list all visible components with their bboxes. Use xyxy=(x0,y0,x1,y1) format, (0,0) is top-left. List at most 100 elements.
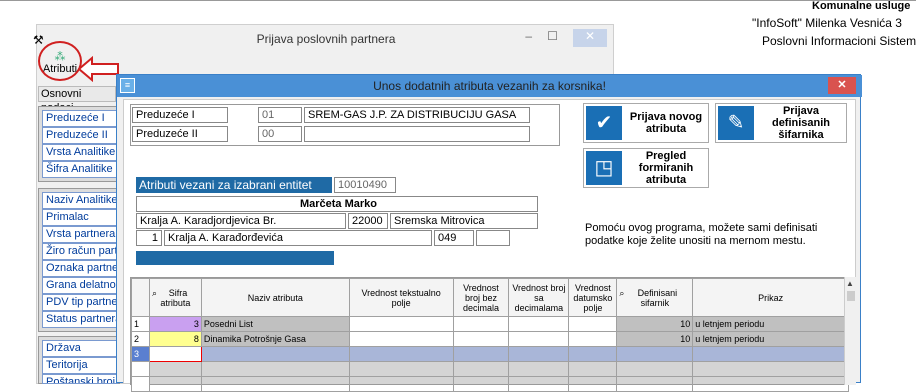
col-naziv: Naziv atributa xyxy=(200,278,350,317)
scroll-thumb[interactable] xyxy=(847,291,855,301)
scroll-up-icon[interactable]: ▲ xyxy=(846,279,854,288)
search-icon[interactable]: ⌕ xyxy=(152,288,157,298)
cell-int[interactable] xyxy=(452,331,510,347)
pred1-name[interactable]: SREM-GAS J.P. ZA DISTRIBUCIJU GASA xyxy=(304,107,530,123)
left-item[interactable]: PDV tip partne xyxy=(42,294,118,311)
cell-code[interactable]: 3 xyxy=(148,316,202,332)
attributes-table: ⌕ Sifra atributa Naziv atributa Vrednost … xyxy=(131,278,849,392)
osnovni-podaci-header: Osnovni podaci xyxy=(38,86,116,114)
col-sifra[interactable]: ⌕ Sifra atributa xyxy=(148,278,202,317)
cell-date[interactable] xyxy=(568,316,618,332)
col-text: Vrednost tekstualno polje xyxy=(348,278,454,317)
street2-field[interactable]: Kralja A. Karađorđevića xyxy=(164,230,432,246)
cell-date[interactable] xyxy=(568,346,618,362)
cell-int[interactable] xyxy=(452,346,510,362)
left-item[interactable]: Oznaka partner xyxy=(42,260,118,277)
left-item[interactable]: Primalac xyxy=(42,209,118,226)
cell-name[interactable] xyxy=(200,346,350,362)
cell-dec[interactable] xyxy=(508,331,570,347)
arrow-icon xyxy=(78,56,119,82)
pred2-label: Preduzeće II xyxy=(132,126,228,142)
col-int: Vrednost broj bez decimala xyxy=(452,278,510,317)
checkmark-icon: ✔ xyxy=(586,106,622,140)
col-rownum xyxy=(131,278,150,317)
person-name[interactable]: Marčeta Marko xyxy=(136,196,538,212)
cell-sif[interactable] xyxy=(616,346,694,362)
grid-scrollbar[interactable]: ▲ xyxy=(844,277,856,385)
close-icon[interactable]: ✕ xyxy=(573,29,607,47)
cell-code[interactable] xyxy=(148,346,202,362)
system-line: Poslovni Informacioni Sistem xyxy=(762,34,916,48)
minimize-icon[interactable]: – xyxy=(525,29,532,43)
defined-codes-label: Prijava definisanih šifarnika xyxy=(771,105,831,141)
pin-icon: ✎ xyxy=(718,106,754,140)
cell-name[interactable]: Dinamika Potrošnje Gasa xyxy=(200,331,350,347)
pred2-name[interactable] xyxy=(304,126,530,142)
left-item[interactable]: Šifra Analitike xyxy=(42,161,118,178)
view-attributes-button[interactable]: ◳ Pregled formiranih atributa xyxy=(583,148,709,188)
new-attribute-label: Prijava novog atributa xyxy=(629,111,703,135)
cell-name[interactable]: Posedni List xyxy=(200,316,350,332)
top-border xyxy=(0,0,916,1)
company-line: "InfoSoft" Milenka Vesnića 3 xyxy=(752,16,902,30)
row-number: 3 xyxy=(131,346,150,362)
defined-codes-button[interactable]: ✎ Prijava definisanih šifarnika xyxy=(715,103,847,143)
entity-label: Atributi vezani za izabrani entitet xyxy=(136,177,332,193)
cell-dec[interactable] xyxy=(508,346,570,362)
col-prikaz: Prikaz xyxy=(692,278,849,317)
col-sif[interactable]: ⌕ Definisani sifarnik xyxy=(616,278,694,317)
row-number: 1 xyxy=(131,316,150,332)
cell-text[interactable] xyxy=(348,346,454,362)
search-icon[interactable]: ⌕ xyxy=(619,288,624,298)
app-header-title: Komunalne usluge xyxy=(812,0,911,12)
app-icon: ⚒ xyxy=(33,33,44,47)
info-text: Pomoću ovog programa, možete sami defini… xyxy=(585,222,818,247)
cell-int[interactable] xyxy=(452,316,510,332)
street-field[interactable]: Kralja A. Karadjordjevica Br. xyxy=(136,213,346,229)
dialog-body: Preduzeće I 01 SREM-GAS J.P. ZA DISTRIBU… xyxy=(123,99,856,392)
left-item[interactable]: Grana delatnos xyxy=(42,277,118,294)
left-item[interactable]: Status partnera xyxy=(42,311,118,328)
window-icon: ◳ xyxy=(586,151,622,185)
new-attribute-button[interactable]: ✔ Prijava novog atributa xyxy=(583,103,709,143)
cell-prikaz[interactable]: u letnjem periodu xyxy=(692,316,849,332)
table-row[interactable]: 3 xyxy=(131,346,849,362)
number-field[interactable]: 1 xyxy=(136,230,162,246)
cell-prikaz[interactable] xyxy=(692,346,849,362)
maximize-icon[interactable]: ☐ xyxy=(547,29,558,43)
zip-field[interactable]: 22000 xyxy=(348,213,388,229)
left-item[interactable]: Žiro račun partn xyxy=(42,243,118,260)
status-bar xyxy=(136,251,334,265)
table-row xyxy=(131,361,849,377)
cell-sif[interactable]: 10 xyxy=(616,331,694,347)
left-item[interactable]: Teritorija xyxy=(42,357,118,374)
cell-prikaz[interactable]: u letnjem periodu xyxy=(692,331,849,347)
empty-field[interactable] xyxy=(476,230,510,246)
table-row xyxy=(131,376,849,392)
cell-dec[interactable] xyxy=(508,316,570,332)
cell-code[interactable]: 8 xyxy=(148,331,202,347)
code049-field[interactable]: 049 xyxy=(434,230,474,246)
table-row[interactable]: 2 8 Dinamika Potrošnje Gasa 10 u letnjem… xyxy=(131,331,849,347)
row-number: 2 xyxy=(131,331,150,347)
left-item[interactable]: Preduzeće I xyxy=(42,110,118,127)
entity-code[interactable]: 10010490 xyxy=(334,177,396,193)
dialog-close-button[interactable]: ✕ xyxy=(828,77,856,94)
left-item[interactable]: Vrsta Analitike xyxy=(42,144,118,161)
attributes-grid: ⌕ Sifra atributa Naziv atributa Vrednost … xyxy=(130,277,850,392)
cell-date[interactable] xyxy=(568,331,618,347)
left-panel: Osnovni podaci Preduzeće I Preduzeće II … xyxy=(36,84,120,384)
cell-text[interactable] xyxy=(348,331,454,347)
left-item[interactable]: Preduzeće II xyxy=(42,127,118,144)
city-field[interactable]: Sremska Mitrovica xyxy=(390,213,538,229)
left-item[interactable]: Vrsta partnera xyxy=(42,226,118,243)
left-item[interactable]: Država xyxy=(42,340,118,357)
view-attributes-label: Pregled formiranih atributa xyxy=(638,150,694,186)
left-item[interactable]: Naziv Analitike xyxy=(42,192,118,209)
pred2-code[interactable]: 00 xyxy=(258,126,302,142)
table-row[interactable]: 1 3 Posedni List 10 u letnjem periodu xyxy=(131,316,849,332)
cell-text[interactable] xyxy=(348,316,454,332)
cell-sif[interactable]: 10 xyxy=(616,316,694,332)
pred1-code[interactable]: 01 xyxy=(258,107,302,123)
col-date: Vrednost datumsko polje xyxy=(568,278,618,317)
